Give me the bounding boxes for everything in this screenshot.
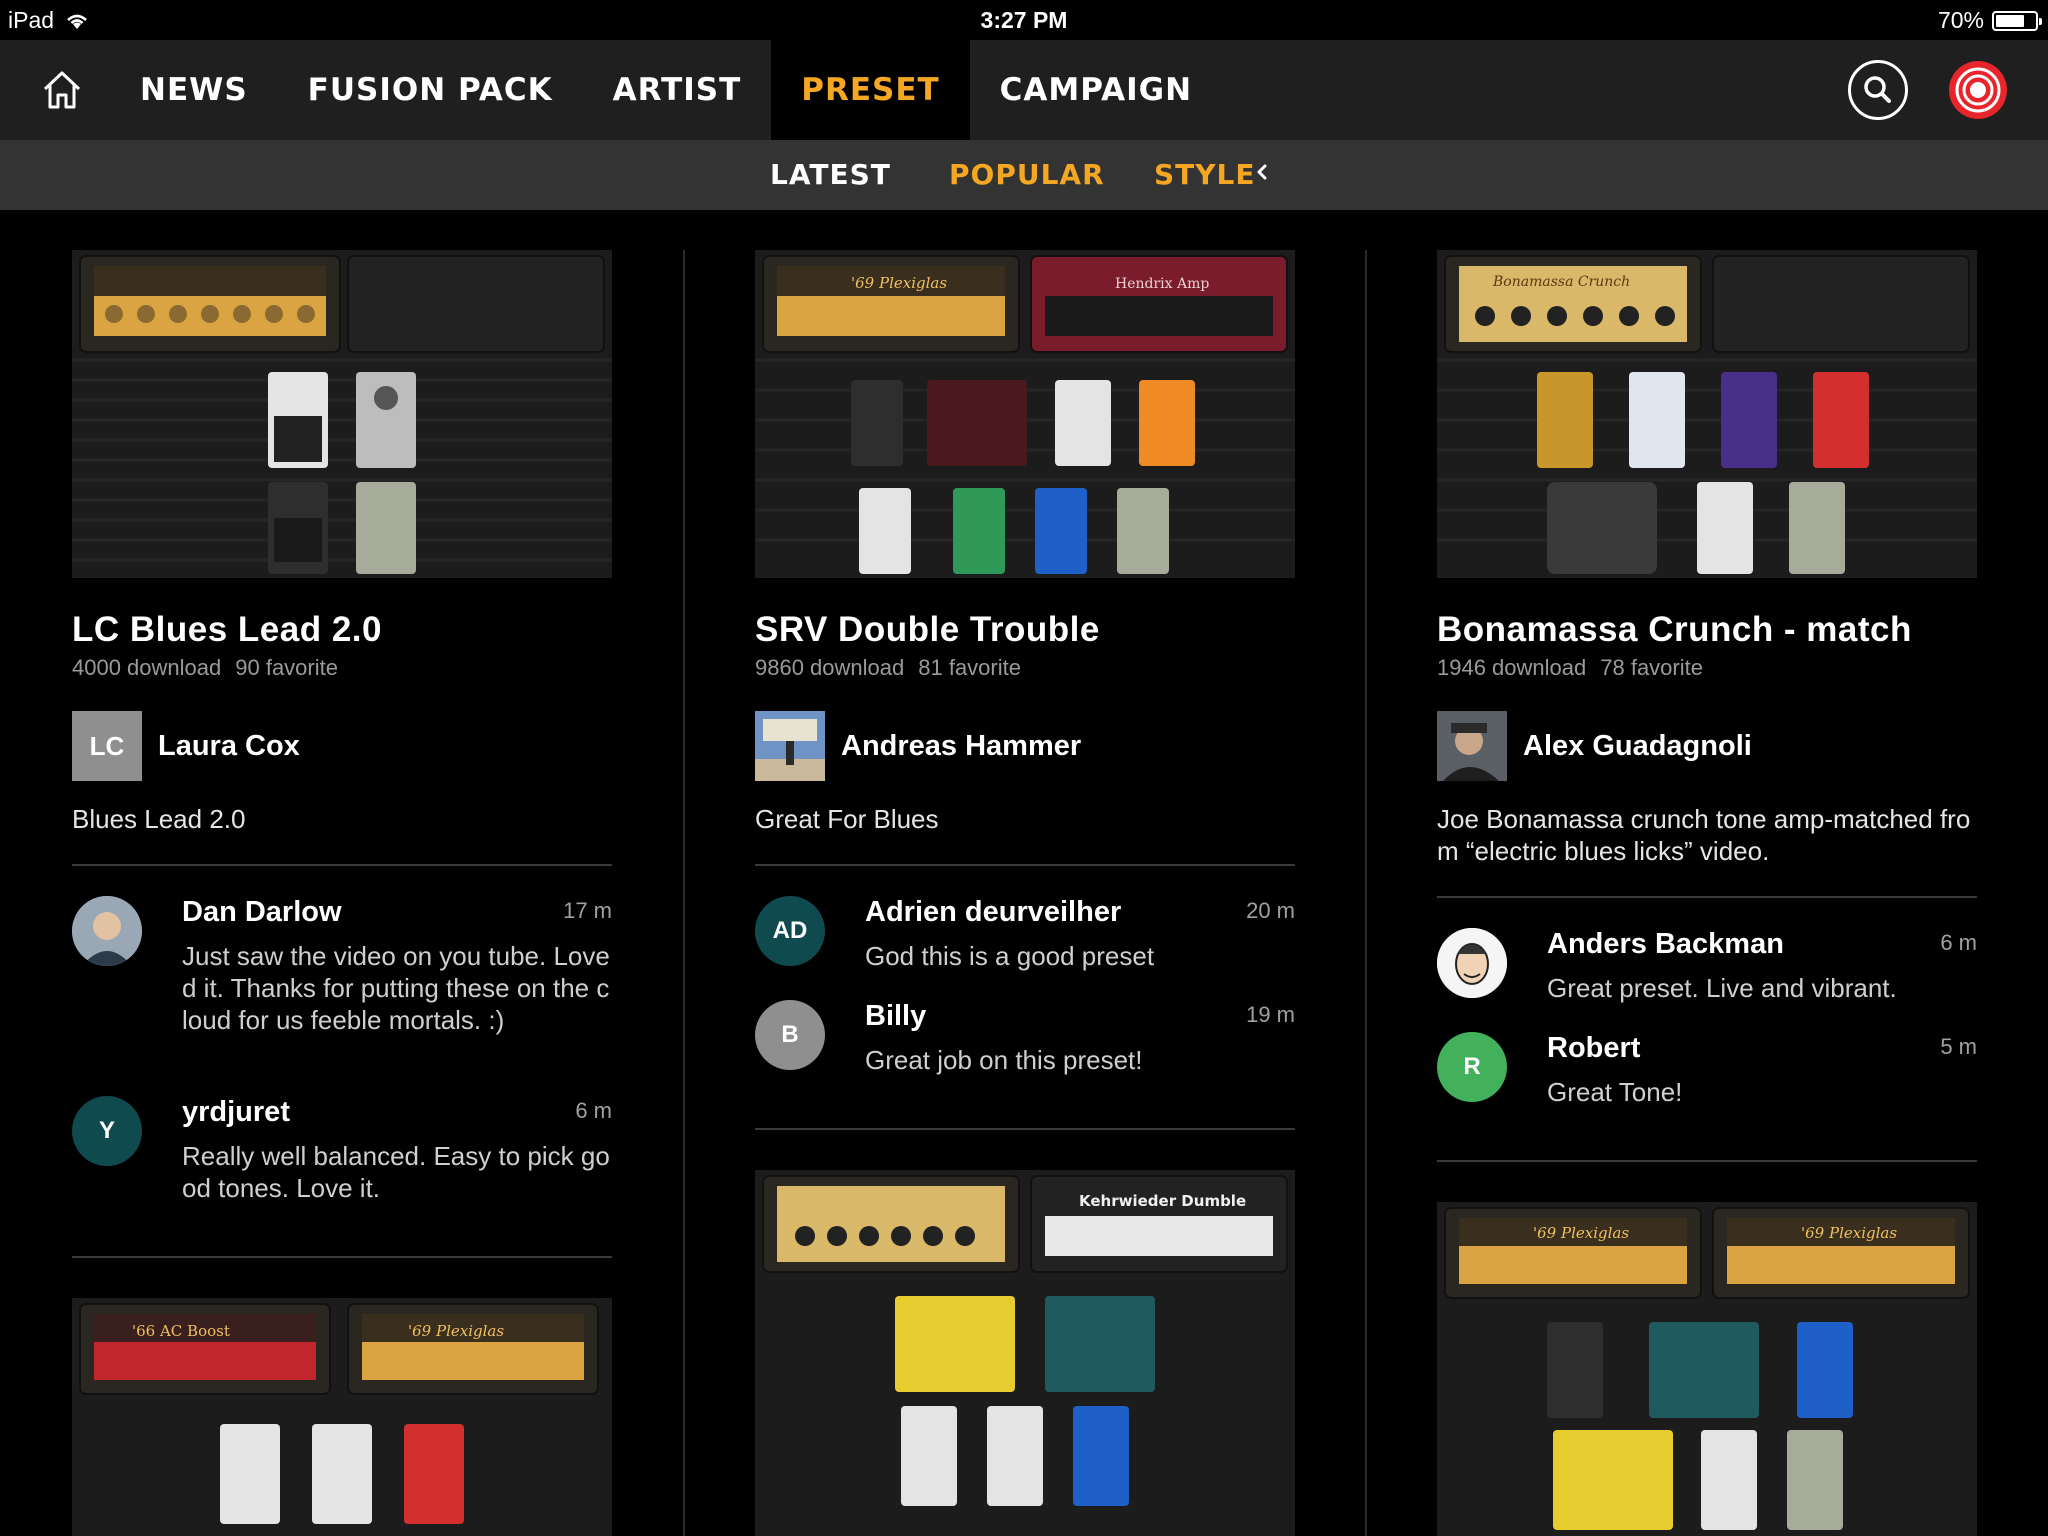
comment-time: 20 m [1246,898,1295,923]
preset-card: Bonamassa Crunch Bonamassa Crunch - matc… [1437,0,1977,1536]
commenter-name: Dan Darlow [182,896,342,928]
preset-description: Joe Bonamassa crunch tone amp-matched fr… [1437,804,1971,866]
commenter-avatar: R [1437,1032,1507,1102]
preset-title[interactable]: Bonamassa Crunch - match [1437,610,1912,650]
comment-time: 5 m [1940,1034,1977,1059]
author[interactable]: Andreas Hammer [755,711,1081,781]
commenter-name: Adrien deurveilher [865,896,1122,928]
author[interactable]: LC Laura Cox [72,711,300,781]
amp-label: '69 Plexiglas [851,274,947,292]
download-count: 9860 download [755,655,905,680]
author-name: Andreas Hammer [841,729,1082,762]
commenter-name: Anders Backman [1547,928,1784,960]
preset-description: Blues Lead 2.0 [72,804,246,834]
divider [755,1128,1295,1130]
preset-rig-image[interactable]: Bonamassa Crunch [1437,250,1977,578]
preset-rig-image[interactable]: '69 Plexiglas Hendrix Amp [755,250,1295,578]
preset-description: Great For Blues [755,804,939,834]
preset-title[interactable]: SRV Double Trouble [755,610,1100,650]
commenter-avatar [72,896,142,966]
comment: AD Adrien deurveilher 20 m God this is a… [755,896,1295,986]
commenter-avatar: Y [72,1096,142,1166]
commenter-name: yrdjuret [182,1096,290,1128]
author-avatar: LC [72,711,142,781]
author-name: Alex Guadagnoli [1523,729,1752,762]
amp-label: Bonamassa Crunch [1492,274,1630,290]
divider [72,1256,612,1258]
comment-text: Great Tone! [1547,1077,1683,1107]
favorite-count: 90 favorite [235,655,338,680]
battery-icon [1992,10,2042,31]
author[interactable]: Alex Guadagnoli [1437,711,1752,781]
author-avatar [755,711,825,781]
author-name: Laura Cox [158,729,300,762]
amp-label: Kehrwieder Dumble [1079,1192,1246,1210]
author-avatar [1437,711,1507,781]
comment-time: 17 m [563,898,612,923]
divider [1437,896,1977,898]
amp-label: '69 Plexiglas [408,1322,504,1340]
amp-label: '69 Plexiglas [1801,1224,1897,1242]
comment: Y yrdjuret 6 m Really well balanced. Eas… [72,1096,612,1216]
commenter-avatar [1437,928,1507,998]
preset-rig-image[interactable]: '66 AC Boost '69 Plexiglas [72,1298,612,1536]
preset-stats: 9860 download 81 favorite [755,655,1021,681]
divider [72,864,612,866]
comment-time: 6 m [575,1098,612,1123]
preset-card: '69 Plexiglas Hendrix Amp SRV Double Tro… [755,0,1295,1536]
commenter-name: Robert [1547,1032,1641,1064]
comment: B Billy 19 m Great job on this preset! [755,1000,1295,1090]
column-divider [1365,250,1367,1536]
preset-rig-image[interactable]: Kehrwieder Dumble [755,1170,1295,1536]
amp-label: '69 Plexiglas [1533,1224,1629,1242]
comment-time: 19 m [1246,1002,1295,1027]
comment-text: Just saw the video on you tube. Loved it… [182,941,610,1035]
divider [1437,1160,1977,1162]
column-divider [683,250,685,1536]
preset-rig-image[interactable]: '69 Plexiglas '69 Plexiglas [1437,1202,1977,1536]
comment-text: Really well balanced. Easy to pick good … [182,1141,610,1203]
divider [755,864,1295,866]
comment: R Robert 5 m Great Tone! [1437,1032,1977,1122]
amp-label: Hendrix Amp [1115,276,1209,292]
favorite-count: 81 favorite [918,655,1021,680]
amp-label: '66 AC Boost [132,1322,230,1340]
preset-card: LC Blues Lead 2.0 4000 download 90 favori… [72,0,612,1536]
comment-text: God this is a good preset [865,941,1155,971]
comment-text: Great job on this preset! [865,1045,1143,1075]
commenter-name: Billy [865,1000,927,1032]
comment-time: 6 m [1940,930,1977,955]
comment: Anders Backman 6 m Great preset. Live an… [1437,928,1977,1018]
commenter-avatar: AD [755,896,825,966]
preset-stats: 4000 download 90 favorite [72,655,338,681]
download-count: 4000 download [72,655,222,680]
comment: Dan Darlow 17 m Just saw the video on yo… [72,896,612,1076]
preset-rig-image[interactable] [72,250,612,578]
favorite-count: 78 favorite [1600,655,1703,680]
preset-stats: 1946 download 78 favorite [1437,655,1703,681]
preset-title[interactable]: LC Blues Lead 2.0 [72,610,382,650]
download-count: 1946 download [1437,655,1587,680]
commenter-avatar: B [755,1000,825,1070]
comment-text: Great preset. Live and vibrant. [1547,973,1897,1003]
